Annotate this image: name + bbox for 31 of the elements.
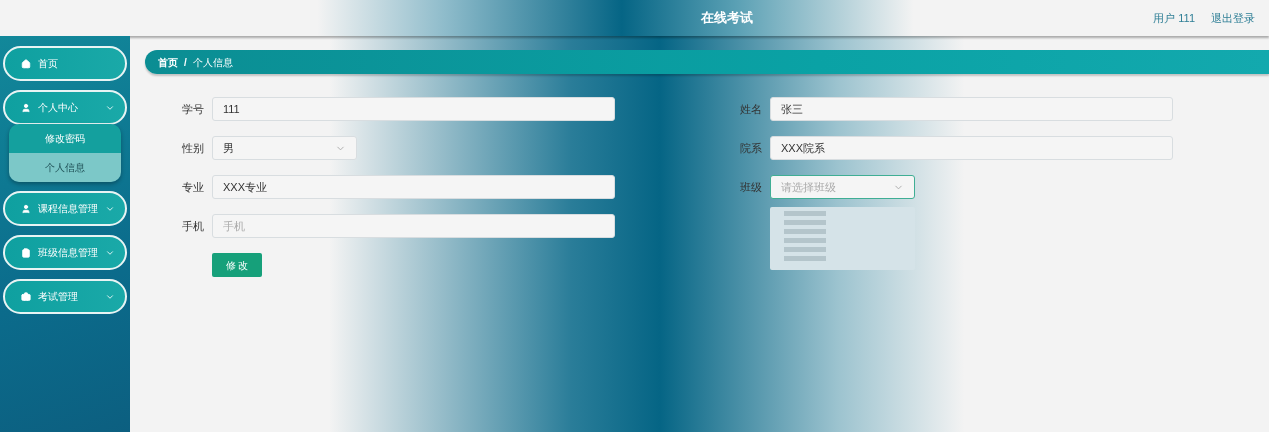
field-label: 院系	[739, 140, 763, 156]
select-field[interactable]: 请选择班级	[770, 175, 915, 199]
input-field[interactable]: 张三	[770, 97, 1173, 121]
input-field[interactable]: XXX院系	[770, 136, 1173, 160]
user-label: 用户 111	[1153, 10, 1195, 26]
breadcrumb-separator: /	[184, 55, 187, 70]
home-icon	[21, 58, 31, 69]
logout-link[interactable]: 退出登录	[1211, 9, 1255, 27]
field-label: 手机	[181, 218, 205, 234]
field-label: 专业	[181, 179, 205, 195]
field-label: 学号	[181, 101, 205, 117]
field-label: 姓名	[739, 101, 763, 117]
user-icon	[21, 102, 31, 113]
sidebar-item[interactable]: 班级信息管理	[3, 235, 127, 270]
sidebar-item[interactable]: 个人中心	[3, 90, 127, 125]
submenu-item[interactable]: 修改密码	[9, 124, 121, 153]
select-field[interactable]: 男	[212, 136, 357, 160]
user-icon	[21, 203, 31, 214]
field-label: 班级	[739, 179, 763, 195]
input-field[interactable]: 手机	[212, 214, 615, 238]
field-label: 性别	[181, 140, 205, 156]
app-title: 在线考试	[700, 9, 753, 28]
sidebar-item[interactable]: 首页	[3, 46, 127, 81]
breadcrumb-item[interactable]: 首页	[158, 54, 178, 70]
breadcrumb-item: 个人信息	[192, 55, 233, 70]
submenu-item[interactable]: 个人信息	[9, 153, 121, 182]
input-field[interactable]: 111	[212, 97, 615, 121]
sidebar-item[interactable]: 考试管理	[3, 279, 127, 314]
sidebar-item[interactable]: 课程信息管理	[3, 191, 127, 226]
submit-button[interactable]: 修 改	[212, 253, 262, 277]
input-field[interactable]: XXX专业	[212, 175, 615, 199]
